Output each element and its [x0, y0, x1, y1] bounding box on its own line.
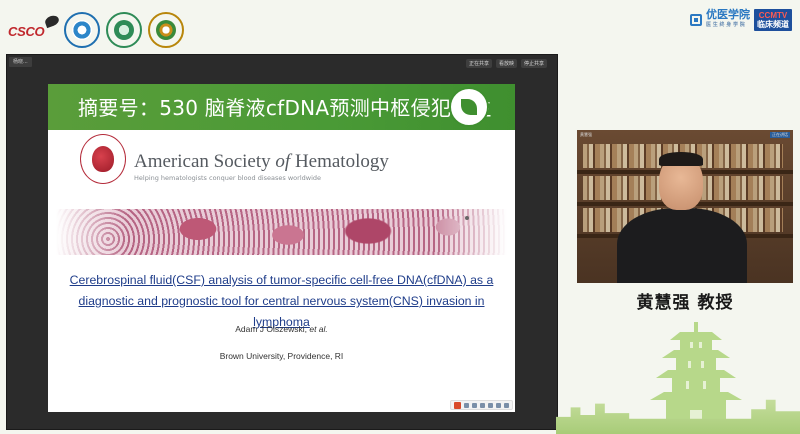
share-tab-1[interactable]: 看放映: [495, 59, 517, 68]
conference-badge-icon: [449, 87, 489, 127]
window-label[interactable]: 杨晓...: [9, 57, 32, 67]
toolbar-icon-5[interactable]: [496, 402, 501, 408]
toolbar-icon-6[interactable]: [504, 402, 509, 408]
video-label-left: 黄慧强: [580, 132, 592, 137]
histology-banner-image: [48, 209, 515, 255]
slide-title: 摘要号：530 脑脊液cfDNA预测中枢侵犯发生: [78, 96, 492, 120]
association-seal-icon: [64, 12, 100, 48]
share-controls: 正在共享 看放映 停止共享: [465, 59, 547, 68]
author-affiliation: Brown University, Providence, RI: [219, 351, 344, 361]
speaker-body: [617, 208, 747, 283]
slide-header-bar: 摘要号：530 脑脊液cfDNA预测中枢侵犯发生: [48, 84, 515, 130]
organization-name: American Society of Hematology: [134, 151, 389, 172]
share-tab-2[interactable]: 停止共享: [520, 59, 547, 68]
microphone-icon[interactable]: [480, 402, 485, 408]
top-logo-strip: CSCO 优医学院 医 生 终 身 学 院 CCMTV 临床频道: [0, 0, 800, 54]
csco-logo: CSCO: [8, 24, 45, 39]
ccmtv-logo: CCMTV 临床频道: [754, 9, 792, 31]
sogou-icon[interactable]: [454, 401, 461, 409]
share-tab-0[interactable]: 正在共享: [465, 59, 492, 68]
video-label-right: 正在讲话: [770, 132, 790, 138]
brand-logos: 优医学院 医 生 终 身 学 院 CCMTV 临床频道: [690, 9, 792, 31]
screen-share-window: 杨晓... 正在共享 看放映 停止共享 摘要号：530 脑脊液cfDNA预测中枢…: [6, 54, 558, 430]
organization-tagline: Helping hematologists conquer blood dise…: [134, 174, 322, 182]
slide-toolbar[interactable]: [450, 400, 513, 410]
university-seal-icon: [148, 12, 184, 48]
csco-bird-icon: [43, 13, 61, 29]
youyixueyuan-icon: [690, 14, 702, 26]
presentation-slide: 摘要号：530 脑脊液cfDNA预测中枢侵犯发生 American Societ…: [48, 84, 515, 412]
speaker-name: 黄慧强 教授: [636, 293, 734, 313]
toolbar-icon-2[interactable]: [472, 402, 477, 408]
mouse-cursor-icon: [465, 216, 469, 220]
speaker-video: 黄慧强 正在讲话: [577, 130, 793, 283]
keyboard-icon[interactable]: [488, 402, 493, 408]
ash-logo-icon: [80, 134, 126, 194]
hospital-seal-icon: [106, 12, 142, 48]
toolbar-icon-1[interactable]: [464, 402, 469, 408]
youyixueyuan-logo: 优医学院 医 生 终 身 学 院: [706, 8, 750, 28]
paper-authors: Adam J Olszewski, et al.: [235, 324, 328, 334]
